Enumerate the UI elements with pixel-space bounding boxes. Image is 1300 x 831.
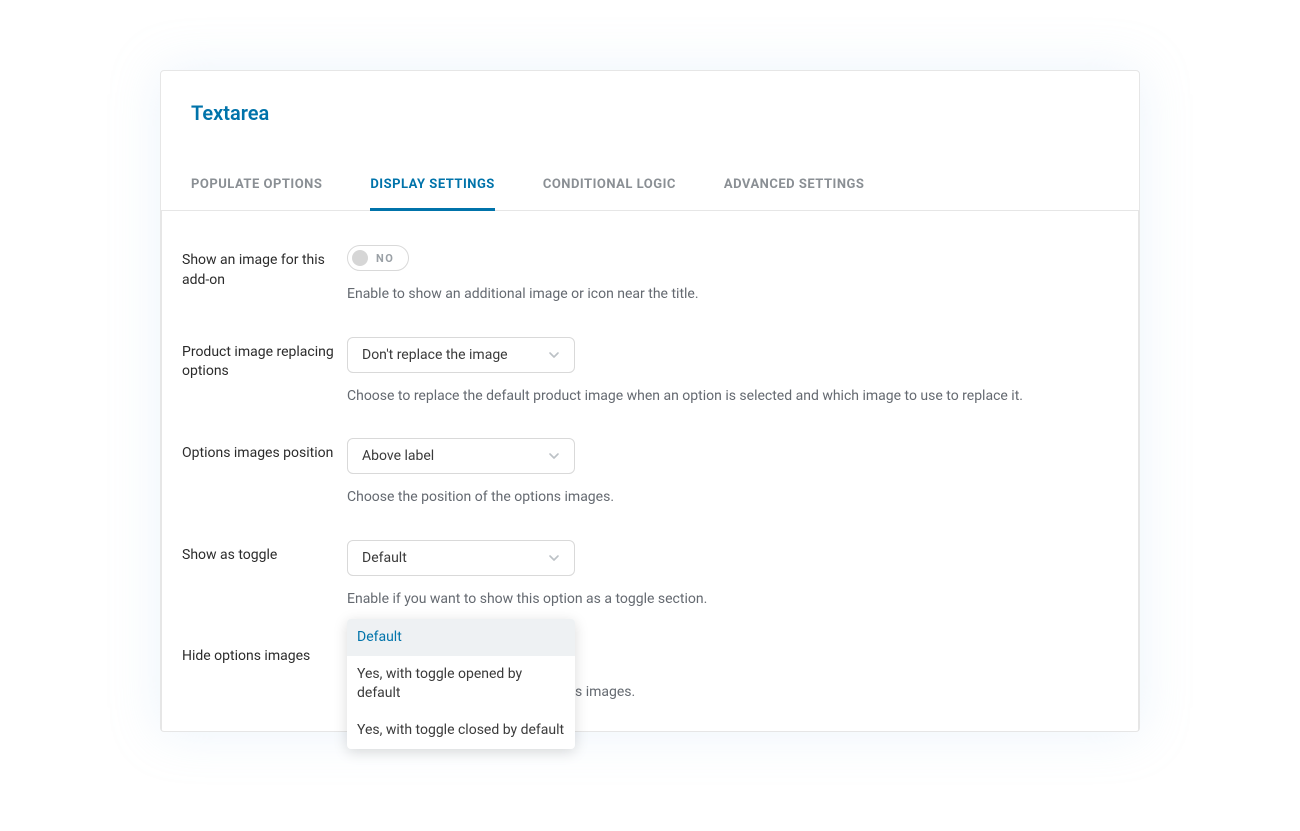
toggle-knob-icon [352, 250, 368, 266]
help-options-images-position: Choose the position of the options image… [347, 488, 1108, 508]
tab-display-settings[interactable]: Display Settings [370, 161, 494, 211]
field-hide-options-images: Hide options images s images. [182, 635, 1108, 703]
field-control-options-images-position: Above label Choose the position of the o… [347, 438, 1108, 508]
tab-advanced-settings[interactable]: Advanced Settings [724, 161, 864, 211]
field-show-as-toggle: Show as toggle Default Enable if you wan… [182, 534, 1108, 636]
help-show-image: Enable to show an additional image or ic… [347, 285, 1108, 305]
field-label-options-images-position: Options images position [182, 438, 347, 464]
tab-populate-options[interactable]: Populate Options [191, 161, 322, 211]
select-product-image-replace[interactable]: Don't replace the image [347, 337, 575, 373]
dropdown-item-default[interactable]: Default [347, 619, 575, 656]
field-control-product-image-replace: Don't replace the image Choose to replac… [347, 337, 1108, 407]
help-show-as-toggle: Enable if you want to show this option a… [347, 590, 1108, 610]
tab-conditional-logic[interactable]: Conditional Logic [543, 161, 676, 211]
select-value: Above label [362, 448, 434, 464]
field-label-product-image-replace: Product image replacing options [182, 337, 347, 382]
select-show-as-toggle[interactable]: Default [347, 540, 575, 576]
tab-content: Show an image for this add-on NO Enable … [161, 211, 1139, 731]
field-show-image: Show an image for this add-on NO Enable … [182, 239, 1108, 331]
dropdown-item-toggle-opened[interactable]: Yes, with toggle opened by default [347, 656, 575, 712]
settings-panel: Textarea Populate Options Display Settin… [160, 70, 1140, 732]
field-options-images-position: Options images position Above label Choo… [182, 432, 1108, 534]
field-product-image-replace: Product image replacing options Don't re… [182, 331, 1108, 433]
panel-title: Textarea [191, 101, 1109, 125]
field-control-show-image: NO Enable to show an additional image or… [347, 245, 1108, 305]
chevron-down-icon [548, 450, 560, 462]
toggle-show-image[interactable]: NO [347, 245, 409, 271]
chevron-down-icon [548, 349, 560, 361]
select-value: Default [362, 550, 407, 566]
chevron-down-icon [548, 552, 560, 564]
field-label-show-as-toggle: Show as toggle [182, 540, 347, 566]
toggle-text: NO [376, 252, 394, 265]
tabs-bar: Populate Options Display Settings Condit… [161, 161, 1139, 211]
select-options-images-position[interactable]: Above label [347, 438, 575, 474]
field-label-show-image: Show an image for this add-on [182, 245, 347, 290]
field-label-hide-options-images: Hide options images [182, 641, 347, 667]
panel-header: Textarea [161, 71, 1139, 125]
dropdown-show-as-toggle: Default Yes, with toggle opened by defau… [347, 619, 575, 749]
dropdown-item-toggle-closed[interactable]: Yes, with toggle closed by default [347, 712, 575, 749]
help-product-image-replace: Choose to replace the default product im… [347, 387, 1108, 407]
field-control-show-as-toggle: Default Enable if you want to show this … [347, 540, 1108, 610]
select-value: Don't replace the image [362, 347, 508, 363]
